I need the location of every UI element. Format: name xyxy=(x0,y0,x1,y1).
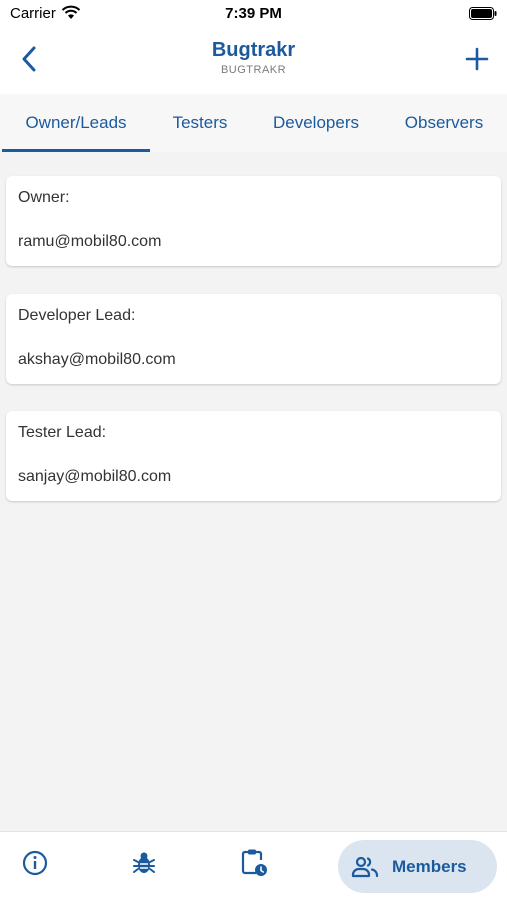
nav-bar: Bugtrakr BUGTRAKR xyxy=(0,28,507,94)
status-time: 7:39 PM xyxy=(225,5,282,22)
title-block: Bugtrakr BUGTRAKR xyxy=(100,38,407,76)
owner-card: Owner: ramu@mobil80.com xyxy=(6,176,501,266)
card-value: sanjay@mobil80.com xyxy=(18,468,172,485)
tab-owner-leads[interactable]: Owner/Leads xyxy=(2,94,150,152)
card-value: ramu@mobil80.com xyxy=(18,233,162,250)
battery-icon xyxy=(469,7,497,20)
page-subtitle: BUGTRAKR xyxy=(220,64,287,76)
card-label: Developer Lead: xyxy=(18,307,136,324)
back-button[interactable] xyxy=(14,42,44,76)
developer-lead-card: Developer Lead: akshay@mobil80.com xyxy=(6,294,501,384)
tab-testers[interactable]: Testers xyxy=(150,94,250,152)
bugs-button[interactable] xyxy=(129,848,159,878)
status-bar: Carrier 7:39 PM xyxy=(0,0,507,28)
members-label: Members xyxy=(392,856,467,876)
page-title: Bugtrakr xyxy=(211,39,296,61)
card-value: akshay@mobil80.com xyxy=(18,351,176,368)
info-icon xyxy=(22,850,48,876)
bug-icon xyxy=(133,852,155,873)
card-label: Owner: xyxy=(18,189,70,206)
members-tab[interactable]: Members xyxy=(338,840,497,893)
card-label: Tester Lead: xyxy=(18,424,107,441)
plus-icon xyxy=(465,47,489,71)
members-icon xyxy=(351,855,379,879)
tab-observers[interactable]: Observers xyxy=(382,94,506,152)
tab-bar: Owner/Leads Testers Developers Observers xyxy=(0,94,507,152)
bottom-nav: Members xyxy=(0,831,507,900)
tasks-button[interactable] xyxy=(239,848,269,878)
chevron-left-icon xyxy=(22,46,36,72)
tester-lead-card: Tester Lead: sanjay@mobil80.com xyxy=(6,411,501,501)
info-button[interactable] xyxy=(20,848,50,878)
tab-developers[interactable]: Developers xyxy=(250,94,382,152)
active-tab-indicator xyxy=(2,149,150,152)
add-button[interactable] xyxy=(461,42,493,76)
clipboard-clock-icon xyxy=(241,849,267,876)
